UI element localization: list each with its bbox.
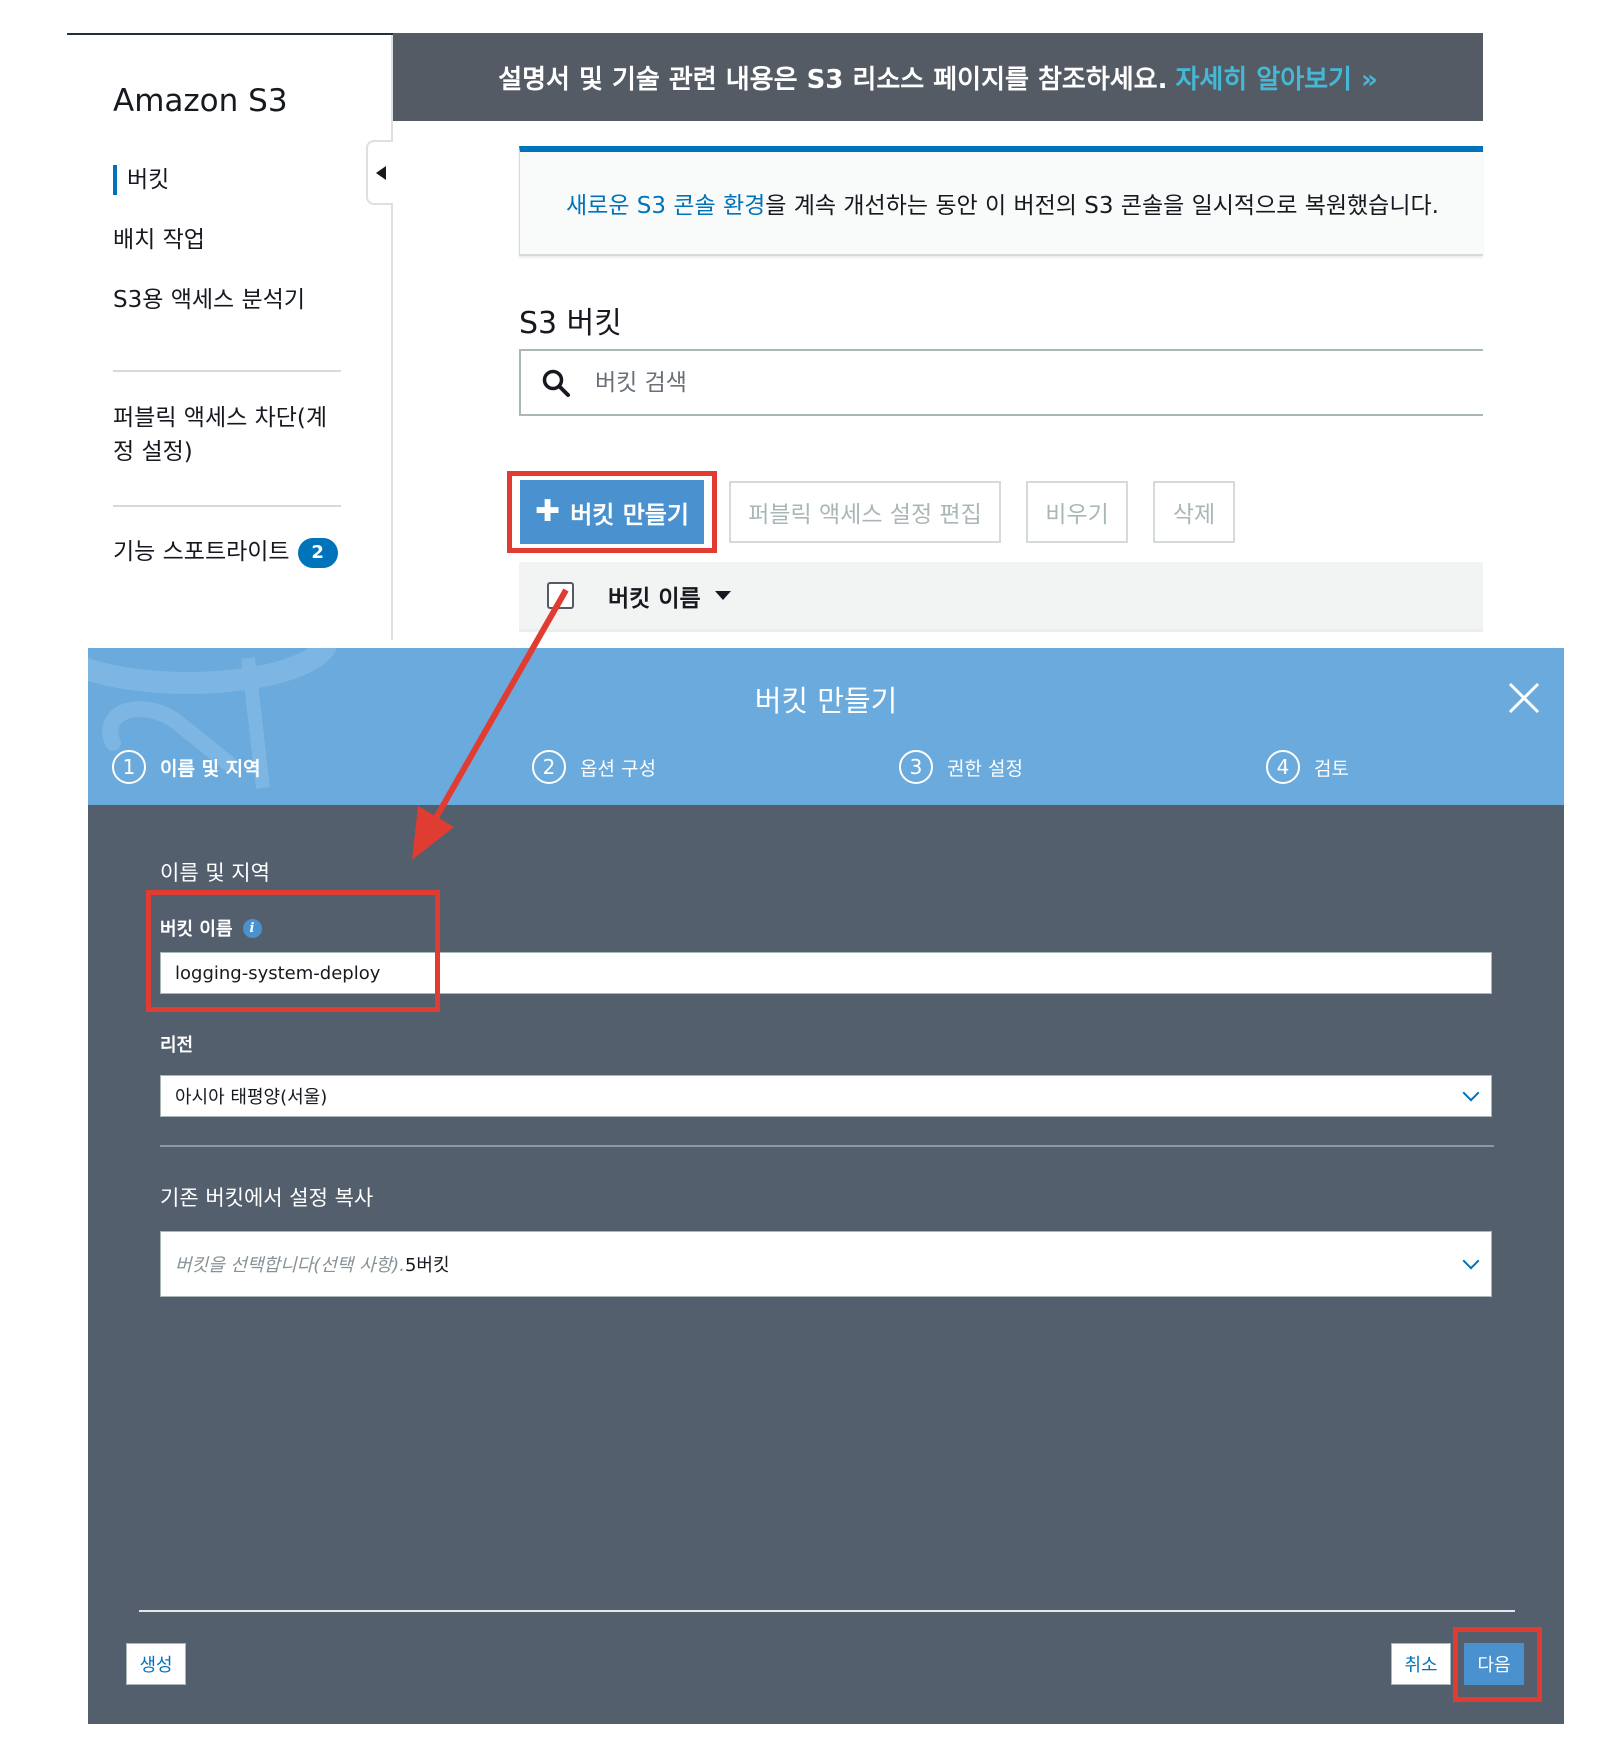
section-heading-name-region: 이름 및 지역 — [160, 861, 270, 885]
info-flash-message: 새로운 S3 콘솔 환경 을 계속 개선하는 동안 이 버전의 S3 콘솔을 일시… — [519, 146, 1483, 256]
step-configure-options[interactable]: 2 옵션 구성 — [532, 750, 656, 784]
collapse-sidebar-button[interactable] — [366, 140, 393, 205]
bucket-search — [519, 349, 1483, 416]
sidebar-item-access-analyzer[interactable]: S3용 액세스 분석기 — [113, 283, 305, 317]
bucket-name-input[interactable]: logging-system-deploy — [160, 952, 1492, 994]
step-number: 4 — [1266, 750, 1300, 784]
close-icon[interactable] — [1506, 680, 1542, 716]
step-review[interactable]: 4 검토 — [1266, 750, 1349, 784]
edit-public-access-button[interactable]: 퍼블릭 액세스 설정 편집 — [729, 481, 1001, 543]
step-number: 1 — [112, 750, 146, 784]
step-label: 이름 및 지역 — [160, 757, 261, 780]
column-header-bucket-name[interactable]: 버킷 이름 — [608, 579, 701, 613]
create-bucket-button[interactable]: ✚ 버킷 만들기 — [520, 480, 704, 544]
banner-text: 설명서 및 기술 관련 내용은 S3 리소스 페이지를 참조하세요. — [498, 64, 1168, 95]
new-console-link[interactable]: 새로운 S3 콘솔 환경 — [566, 186, 765, 220]
sidebar-item-feature-spotlight[interactable]: 기능 스포트라이트 2 — [113, 535, 338, 569]
copy-settings-placeholder: 버킷을 선택합니다(선택 사항). — [175, 1255, 405, 1276]
info-icon[interactable]: i — [242, 918, 262, 938]
sidebar-item-label-line2: 정 설정) — [113, 439, 193, 465]
sidebar-brand: Amazon S3 — [113, 83, 288, 119]
bucket-name-label: 버킷 이름 i — [160, 915, 262, 941]
step-number: 3 — [899, 750, 933, 784]
footer-divider — [139, 1610, 1515, 1612]
next-button[interactable]: 다음 — [1464, 1643, 1524, 1685]
copy-settings-heading: 기존 버킷에서 설정 복사 — [160, 1186, 374, 1210]
create-bucket-modal: 버킷 만들기 1 이름 및 지역 2 옵션 구성 3 권한 설정 4 검토 이름… — [88, 648, 1564, 1724]
sidebar-divider — [113, 370, 341, 372]
region-label: 리전 — [160, 1035, 194, 1056]
sidebar-item-label: 기능 스포트라이트 — [113, 539, 290, 565]
documentation-banner: 설명서 및 기술 관련 내용은 S3 리소스 페이지를 참조하세요. 자세히 알… — [393, 33, 1483, 121]
bucket-count: 5버킷 — [404, 1255, 450, 1276]
page-title: S3 버킷 — [519, 306, 622, 341]
delete-bucket-button[interactable]: 삭제 — [1153, 481, 1235, 543]
notification-badge: 2 — [297, 537, 338, 568]
step-label: 검토 — [1314, 757, 1349, 780]
sidebar-item-label-line1: 퍼블릭 액세스 차단(계 — [113, 405, 328, 431]
create-button[interactable]: 생성 — [126, 1643, 186, 1685]
copy-settings-select[interactable]: 버킷을 선택합니다(선택 사항). 5버킷 — [160, 1231, 1492, 1297]
search-icon — [542, 369, 570, 397]
bucket-name-label-text: 버킷 이름 — [160, 919, 233, 940]
sidebar-divider — [113, 505, 341, 507]
sidebar-item-batch-operations[interactable]: 배치 작업 — [113, 223, 205, 257]
region-value: 아시아 태평양(서울) — [175, 1087, 328, 1108]
step-set-permissions[interactable]: 3 권한 설정 — [899, 750, 1023, 784]
cancel-button[interactable]: 취소 — [1391, 1643, 1451, 1685]
flash-text: 을 계속 개선하는 동안 이 버전의 S3 콘솔을 일시적으로 복원했습니다. — [765, 193, 1439, 219]
sidebar-item-block-public-access[interactable]: 퍼블릭 액세스 차단(계 정 설정) — [113, 401, 327, 469]
search-input[interactable] — [595, 369, 1295, 396]
step-name-region[interactable]: 1 이름 및 지역 — [112, 750, 261, 784]
plus-icon: ✚ — [535, 494, 561, 529]
select-all-checkbox[interactable] — [547, 582, 574, 609]
step-label: 옵션 구성 — [580, 757, 656, 780]
step-label: 권한 설정 — [947, 757, 1023, 780]
modal-header: 버킷 만들기 1 이름 및 지역 2 옵션 구성 3 권한 설정 4 검토 — [88, 648, 1564, 805]
step-number: 2 — [532, 750, 566, 784]
empty-bucket-button[interactable]: 비우기 — [1026, 481, 1128, 543]
create-bucket-label: 버킷 만들기 — [570, 500, 689, 529]
modal-title: 버킷 만들기 — [754, 684, 898, 718]
bucket-name-value: logging-system-deploy — [175, 962, 381, 984]
section-divider — [160, 1145, 1494, 1147]
sort-caret-icon[interactable] — [714, 591, 731, 600]
sidebar: Amazon S3 버킷 배치 작업 S3용 액세스 분석기 퍼블릭 액세스 차… — [67, 35, 393, 640]
learn-more-link[interactable]: 자세히 알아보기 » — [1175, 59, 1377, 96]
chevron-down-icon — [1462, 1084, 1480, 1102]
sidebar-item-buckets[interactable]: 버킷 — [113, 163, 169, 197]
region-select[interactable]: 아시아 태평양(서울) — [160, 1075, 1492, 1117]
chevron-down-icon — [1462, 1252, 1480, 1270]
caret-left-icon — [375, 165, 386, 180]
table-header: 버킷 이름 — [519, 562, 1483, 632]
